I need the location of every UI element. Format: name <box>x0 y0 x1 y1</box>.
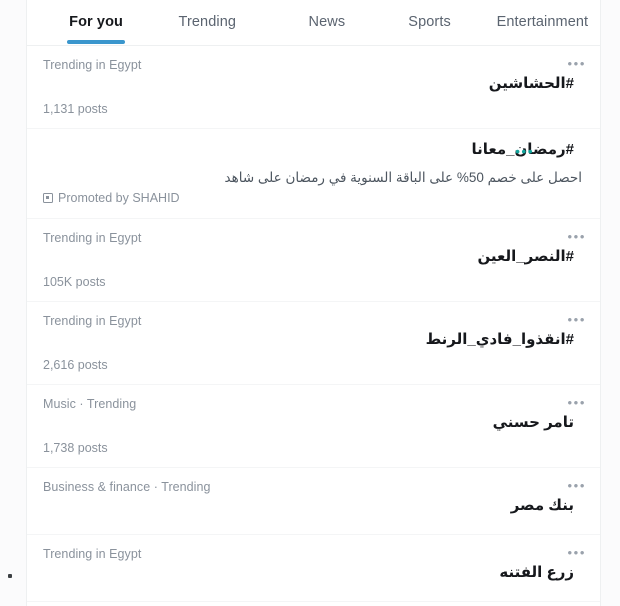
tab-trending[interactable]: Trending <box>165 0 249 44</box>
tab-bar: For you Trending News Sports Entertainme… <box>27 0 600 46</box>
tab-sports[interactable]: Sports <box>398 0 461 44</box>
trend-context: Business & finance · Trending <box>43 480 211 494</box>
trend-item[interactable]: Trending in Egypt ••• <box>27 602 600 606</box>
trend-post-count: 105K posts <box>43 275 106 289</box>
tab-sports-label: Sports <box>408 14 451 30</box>
trend-list: Trending in Egypt ••• #الحشاشين 1,131 po… <box>27 46 600 606</box>
tab-active-indicator <box>67 40 126 44</box>
trend-item[interactable]: Music · Trending ••• تامر حسني 1,738 pos… <box>27 385 600 468</box>
trend-context: Trending in Egypt <box>43 58 142 72</box>
trend-item[interactable]: Business & finance · Trending ••• بنك مص… <box>27 468 600 535</box>
trend-item[interactable]: Trending in Egypt ••• زرع الفتنه <box>27 535 600 602</box>
more-options-icon[interactable]: ••• <box>568 479 586 492</box>
trend-post-count: 1,738 posts <box>43 441 108 455</box>
promoted-by-label: Promoted by SHAHID <box>58 191 180 205</box>
trend-context: Trending in Egypt <box>43 547 142 561</box>
trend-context: Trending in Egypt <box>43 231 142 245</box>
trend-post-count: 2,616 posts <box>43 358 108 372</box>
trend-post-count: 1,131 posts <box>43 102 108 116</box>
more-options-icon[interactable]: ••• <box>568 313 586 326</box>
tab-entertainment[interactable]: Entertainment <box>485 0 600 44</box>
tab-entertainment-label: Entertainment <box>496 14 589 30</box>
trends-page: For you Trending News Sports Entertainme… <box>0 0 620 606</box>
trend-item[interactable]: Trending in Egypt ••• #النصر_العين 105K … <box>27 219 600 302</box>
promoted-trend-name: #رمضان_معانا <box>471 141 574 158</box>
promoted-more-options-icon[interactable]: ••• <box>515 144 534 158</box>
promoted-by-row: Promoted by SHAHID <box>43 190 584 206</box>
trend-item[interactable]: Trending in Egypt ••• #الحشاشين 1,131 po… <box>27 46 600 129</box>
trend-name: زرع الفتنه <box>499 564 574 581</box>
trend-item[interactable]: Trending in Egypt ••• #انقذوا_فادي_الرنط… <box>27 302 600 385</box>
more-options-icon[interactable]: ••• <box>568 230 586 243</box>
gutter-marker <box>8 574 12 578</box>
trend-name: بنك مصر <box>510 497 574 514</box>
trend-name: #الحشاشين <box>488 75 574 92</box>
more-options-icon[interactable]: ••• <box>568 396 586 409</box>
more-options-icon[interactable]: ••• <box>568 546 586 559</box>
tab-trending-label: Trending <box>178 14 237 30</box>
tab-for-you[interactable]: For you <box>53 0 139 44</box>
content-column: For you Trending News Sports Entertainme… <box>26 0 601 606</box>
trend-context: Music · Trending <box>43 397 137 411</box>
trend-name: تامر حسني <box>492 414 574 431</box>
promoted-description: احصل على خصم 50% على الباقة السنوية في ر… <box>224 170 582 185</box>
promoted-trend-item[interactable]: ••• #رمضان_معانا احصل على خصم 50% على ال… <box>27 129 600 219</box>
more-options-icon[interactable]: ••• <box>568 57 586 70</box>
trend-name: #النصر_العين <box>477 248 574 265</box>
tab-news[interactable]: News <box>297 0 356 44</box>
tab-news-label: News <box>308 14 346 30</box>
tab-for-you-label: For you <box>69 14 123 30</box>
trend-name: #انقذوا_فادي_الرنط <box>425 331 574 348</box>
promoted-badge-icon <box>43 193 53 203</box>
trend-context: Trending in Egypt <box>43 314 142 328</box>
